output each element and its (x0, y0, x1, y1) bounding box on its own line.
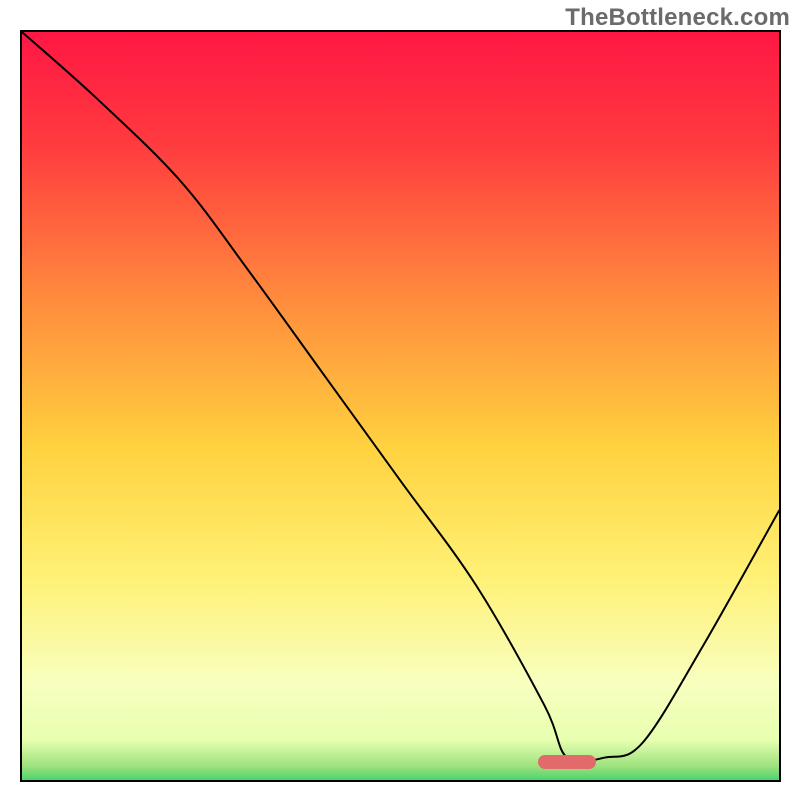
chart-panel (20, 30, 781, 782)
bottleneck-curve (22, 32, 779, 780)
optimal-zone-marker (538, 755, 596, 769)
root: TheBottleneck.com (0, 0, 800, 800)
watermark-text: TheBottleneck.com (565, 4, 790, 32)
